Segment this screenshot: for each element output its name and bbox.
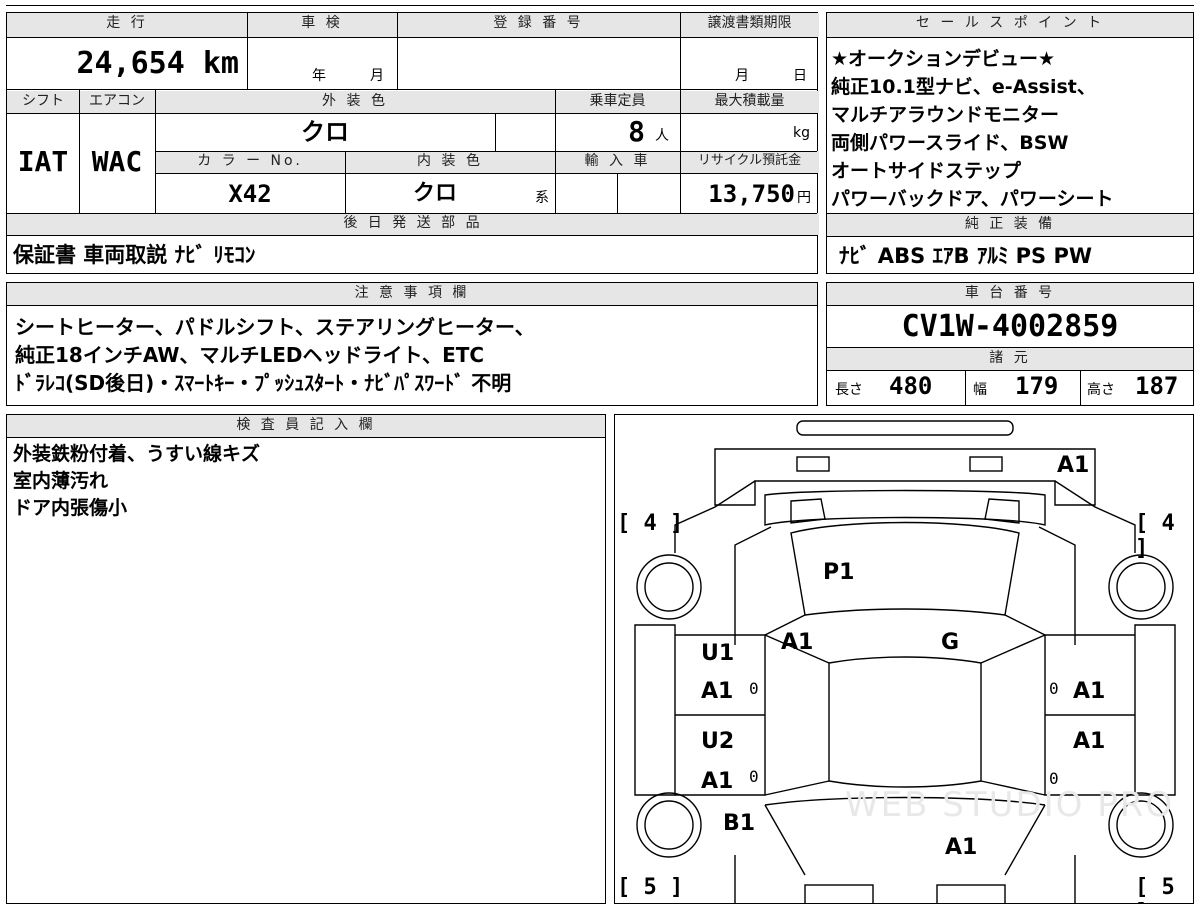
top-strip (6, 0, 1194, 6)
sales-point-line: マルチアラウンドモニター (831, 104, 1060, 126)
mark-door-rr: A1 (1073, 729, 1106, 754)
mark-zero: 0 (749, 767, 759, 786)
transfer-day: 日 (793, 68, 807, 84)
interior-value: クロ (412, 181, 457, 206)
spec-table: 走 行 車 検 登 録 番 号 譲渡書類期限 24,654 km 年 月 月 日… (6, 12, 819, 274)
equipment-items: ﾅﾋﾞ ABS ｴｱB ｱﾙﾐ PS PW (839, 244, 1093, 268)
recycle-value: 13,750 (708, 180, 795, 208)
sales-point-lines: ★オークションデビュー★ 純正10.1型ナビ、e-Assist、 マルチアラウン… (831, 45, 1114, 213)
sales-point-line: パワーバックドア、パワーシート (831, 188, 1114, 210)
inspector-header: 検 査 員 記 入 欄 (7, 415, 605, 437)
capacity-header: 乗車定員 (555, 91, 680, 113)
interior-suffix: 系 (535, 190, 549, 206)
mileage-value: 24,654 km (76, 46, 239, 81)
later-parts-header: 後 日 発 送 部 品 (7, 213, 819, 235)
notes-box: 注 意 事 項 欄 シートヒーター、パドルシフト、ステアリングヒーター、 純正1… (6, 282, 818, 406)
maxload-header: 最大積載量 (680, 91, 819, 113)
shift-header: シフト (7, 91, 79, 113)
mark-door-fr: A1 (1073, 679, 1106, 704)
mileage-header: 走 行 (7, 13, 247, 37)
mark-front-bumper: A1 (1057, 453, 1090, 478)
width-label: 幅 (973, 382, 987, 398)
ac-header: エアコン (79, 91, 155, 113)
sales-point-box: セ ー ル ス ポ イ ン ト ★オークションデビュー★ 純正10.1型ナビ、e… (826, 12, 1194, 274)
color-no-header: カ ラ ー No. (155, 151, 345, 173)
mark-zero: 0 (1049, 769, 1059, 788)
capacity-unit: 人 (655, 128, 669, 144)
mark-door-rl-label: U2 (701, 729, 735, 754)
import-header: 輸 入 車 (555, 151, 680, 173)
inspector-line: 外装鉄粉付着、うすい線キズ (13, 443, 261, 465)
mark-door-fl-label: U1 (701, 641, 735, 666)
mark-quarter-rl: B1 (723, 811, 756, 836)
transfer-month: 月 (735, 68, 749, 84)
width-value: 179 (1015, 372, 1059, 400)
height-label: 高さ (1087, 382, 1115, 398)
sales-point-line: 両側パワースライド、BSW (831, 132, 1069, 154)
notes-line: 純正18インチAW、マルチLEDヘッドライト、ETC (15, 343, 485, 367)
ac-value: WAC (91, 145, 143, 178)
mark-fender-left: A1 (781, 630, 814, 655)
inspector-line: ドア内張傷小 (13, 497, 128, 519)
mark-hood: P1 (823, 560, 855, 585)
mark-door-fl: A1 (701, 679, 734, 704)
mark-fender-right: G (941, 630, 960, 655)
transfer-header: 譲渡書類期限 (680, 13, 819, 37)
sales-point-line: オートサイドステップ (831, 160, 1022, 182)
length-label: 長さ (835, 382, 863, 398)
tire-front-right: [ 4 ] (1135, 511, 1175, 561)
later-parts-items: 保証書 車両取説 ﾅﾋﾞ ﾘﾓｺﾝ (13, 243, 256, 267)
mark-door-rl: A1 (701, 769, 734, 794)
chassis-header: 車 台 番 号 (827, 283, 1193, 305)
maxload-unit: kg (793, 125, 810, 141)
inspector-lines: 外装鉄粉付着、うすい線キズ 室内薄汚れ ドア内張傷小 (13, 441, 260, 522)
mark-zero: 0 (749, 679, 759, 698)
tire-rear-left: [ 5 ] (617, 875, 684, 900)
registration-header: 登 録 番 号 (397, 13, 680, 37)
dimensions-header: 諸 元 (827, 348, 1193, 370)
sales-point-header: セ ー ル ス ポ イ ン ト (827, 13, 1193, 37)
color-no-value: X42 (228, 180, 272, 208)
recycle-unit: 円 (797, 190, 811, 206)
recycle-header: リサイクル預託金 (680, 151, 819, 173)
shift-value: IAT (17, 145, 69, 178)
interior-header: 内 装 色 (345, 151, 555, 173)
height-value: 187 (1135, 372, 1179, 400)
car-diagram: WEB STUDIO PRO [ 4 ] [ 4 ] [ 5 ] [ 5 ] A… (614, 414, 1194, 904)
watermark: WEB STUDIO PRO (845, 785, 1175, 825)
chassis-number: CV1W-4002859 (901, 309, 1119, 344)
equipment-header: 純 正 装 備 (827, 214, 1193, 236)
notes-line: シートヒーター、パドルシフト、ステアリングヒーター、 (15, 315, 535, 339)
mark-rear: A1 (945, 835, 978, 860)
capacity-value: 8 (628, 115, 645, 148)
notes-line: ﾄﾞﾗﾚｺ(SD後日)・ｽﾏｰﾄｷｰ・ﾌﾟｯｼｭｽﾀｰﾄ・ﾅﾋﾞﾊﾟｽﾜｰﾄﾞ … (15, 371, 512, 395)
inspection-month: 月 (370, 68, 384, 84)
exterior-value: クロ (301, 118, 349, 146)
sales-point-line: ★オークションデビュー★ (831, 48, 1056, 70)
length-value: 480 (889, 372, 933, 400)
tire-front-left: [ 4 ] (617, 511, 684, 536)
sales-point-line: 純正10.1型ナビ、e-Assist、 (831, 76, 1096, 98)
inspector-box: 検 査 員 記 入 欄 外装鉄粉付着、うすい線キズ 室内薄汚れ ドア内張傷小 (6, 414, 606, 904)
inspector-line: 室内薄汚れ (13, 470, 109, 492)
exterior-header: 外 装 色 (155, 91, 555, 113)
notes-header: 注 意 事 項 欄 (7, 283, 817, 305)
inspection-header: 車 検 (247, 13, 397, 37)
chassis-box: 車 台 番 号 CV1W-4002859 諸 元 長さ 480 幅 179 高さ… (826, 282, 1194, 406)
notes-lines: シートヒーター、パドルシフト、ステアリングヒーター、 純正18インチAW、マルチ… (15, 313, 535, 397)
mark-zero: 0 (1049, 679, 1059, 698)
inspection-year: 年 (312, 68, 326, 84)
